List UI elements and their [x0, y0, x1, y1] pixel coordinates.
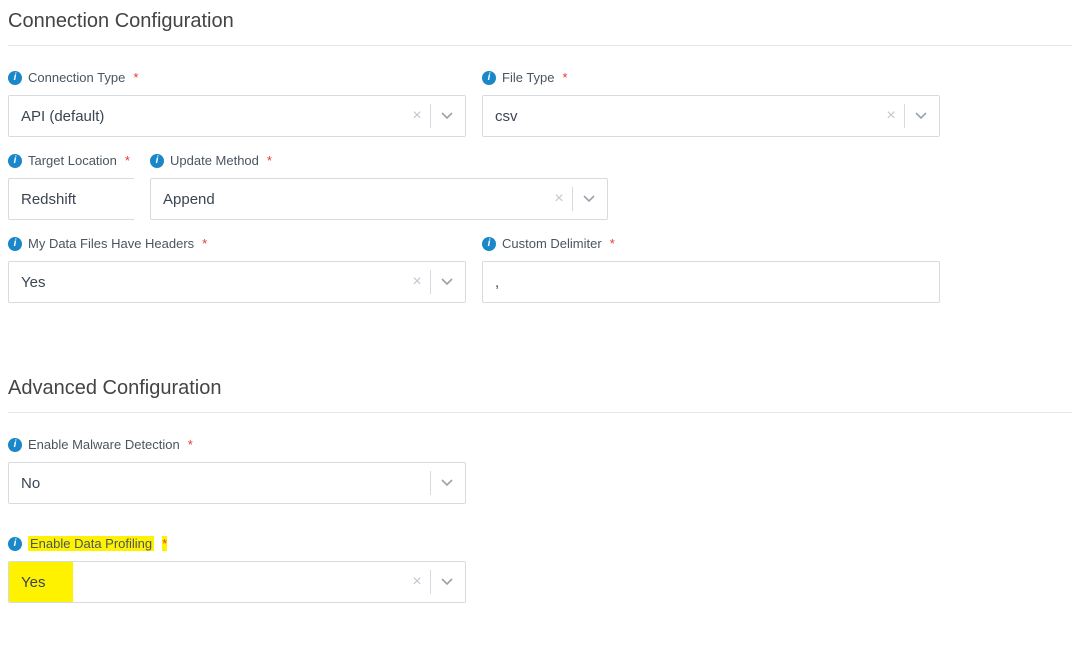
label-text: Enable Malware Detection [28, 437, 180, 452]
section-title-advanced: Advanced Configuration [8, 367, 1072, 413]
info-icon[interactable]: i [482, 71, 496, 85]
select-value: API (default) [21, 108, 417, 125]
select-value: Yes [21, 574, 417, 591]
select-value: Yes [21, 274, 417, 291]
label-target-location: i Target Location * [8, 153, 134, 168]
required-indicator: * [125, 153, 130, 168]
required-indicator: * [267, 153, 272, 168]
chevron-down-icon[interactable] [433, 578, 461, 586]
select-value: No [21, 475, 417, 492]
select-value: csv [495, 108, 891, 125]
label-custom-delimiter: i Custom Delimiter * [482, 236, 940, 251]
file-type-select[interactable]: csv × [482, 95, 940, 137]
label-text: My Data Files Have Headers [28, 236, 194, 251]
divider [430, 270, 431, 294]
info-icon[interactable]: i [8, 537, 22, 551]
chevron-down-icon[interactable] [575, 195, 603, 203]
chevron-down-icon[interactable] [433, 112, 461, 120]
malware-select[interactable]: No [8, 462, 466, 504]
input-value: , [495, 274, 499, 291]
label-text: Target Location [28, 153, 117, 168]
label-has-headers: i My Data Files Have Headers * [8, 236, 466, 251]
divider [904, 104, 905, 128]
label-text: File Type [502, 70, 555, 85]
info-icon[interactable]: i [8, 237, 22, 251]
divider [572, 187, 573, 211]
label-text: Enable Data Profiling [28, 536, 154, 551]
info-icon[interactable]: i [8, 154, 22, 168]
target-location-select[interactable]: Redshift [8, 178, 134, 220]
divider [430, 570, 431, 594]
required-indicator: * [188, 437, 193, 452]
chevron-down-icon[interactable] [907, 112, 935, 120]
section-title-connection: Connection Configuration [8, 0, 1072, 46]
clear-icon[interactable]: × [548, 190, 570, 208]
info-icon[interactable]: i [482, 237, 496, 251]
clear-icon[interactable]: × [406, 273, 428, 291]
label-file-type: i File Type * [482, 70, 940, 85]
custom-delimiter-input[interactable]: , [482, 261, 940, 303]
divider [430, 471, 431, 495]
label-text: Update Method [170, 153, 259, 168]
label-update-method: i Update Method * [150, 153, 608, 168]
divider [430, 104, 431, 128]
label-text: Connection Type [28, 70, 125, 85]
select-value: Redshift [21, 191, 122, 208]
label-profiling: i Enable Data Profiling * [8, 536, 466, 551]
label-malware: i Enable Malware Detection * [8, 437, 466, 452]
required-indicator: * [202, 236, 207, 251]
clear-icon[interactable]: × [406, 107, 428, 125]
select-value: Append [163, 191, 559, 208]
required-indicator: * [563, 70, 568, 85]
required-indicator: * [162, 536, 167, 551]
has-headers-select[interactable]: Yes × [8, 261, 466, 303]
profiling-select[interactable]: Yes × [8, 561, 466, 603]
connection-type-select[interactable]: API (default) × [8, 95, 466, 137]
label-text: Custom Delimiter [502, 236, 602, 251]
required-indicator: * [610, 236, 615, 251]
info-icon[interactable]: i [150, 154, 164, 168]
required-indicator: * [133, 70, 138, 85]
clear-icon[interactable]: × [880, 107, 902, 125]
chevron-down-icon[interactable] [433, 278, 461, 286]
info-icon[interactable]: i [8, 438, 22, 452]
chevron-down-icon[interactable] [433, 479, 461, 487]
update-method-select[interactable]: Append × [150, 178, 608, 220]
info-icon[interactable]: i [8, 71, 22, 85]
label-connection-type: i Connection Type * [8, 70, 466, 85]
